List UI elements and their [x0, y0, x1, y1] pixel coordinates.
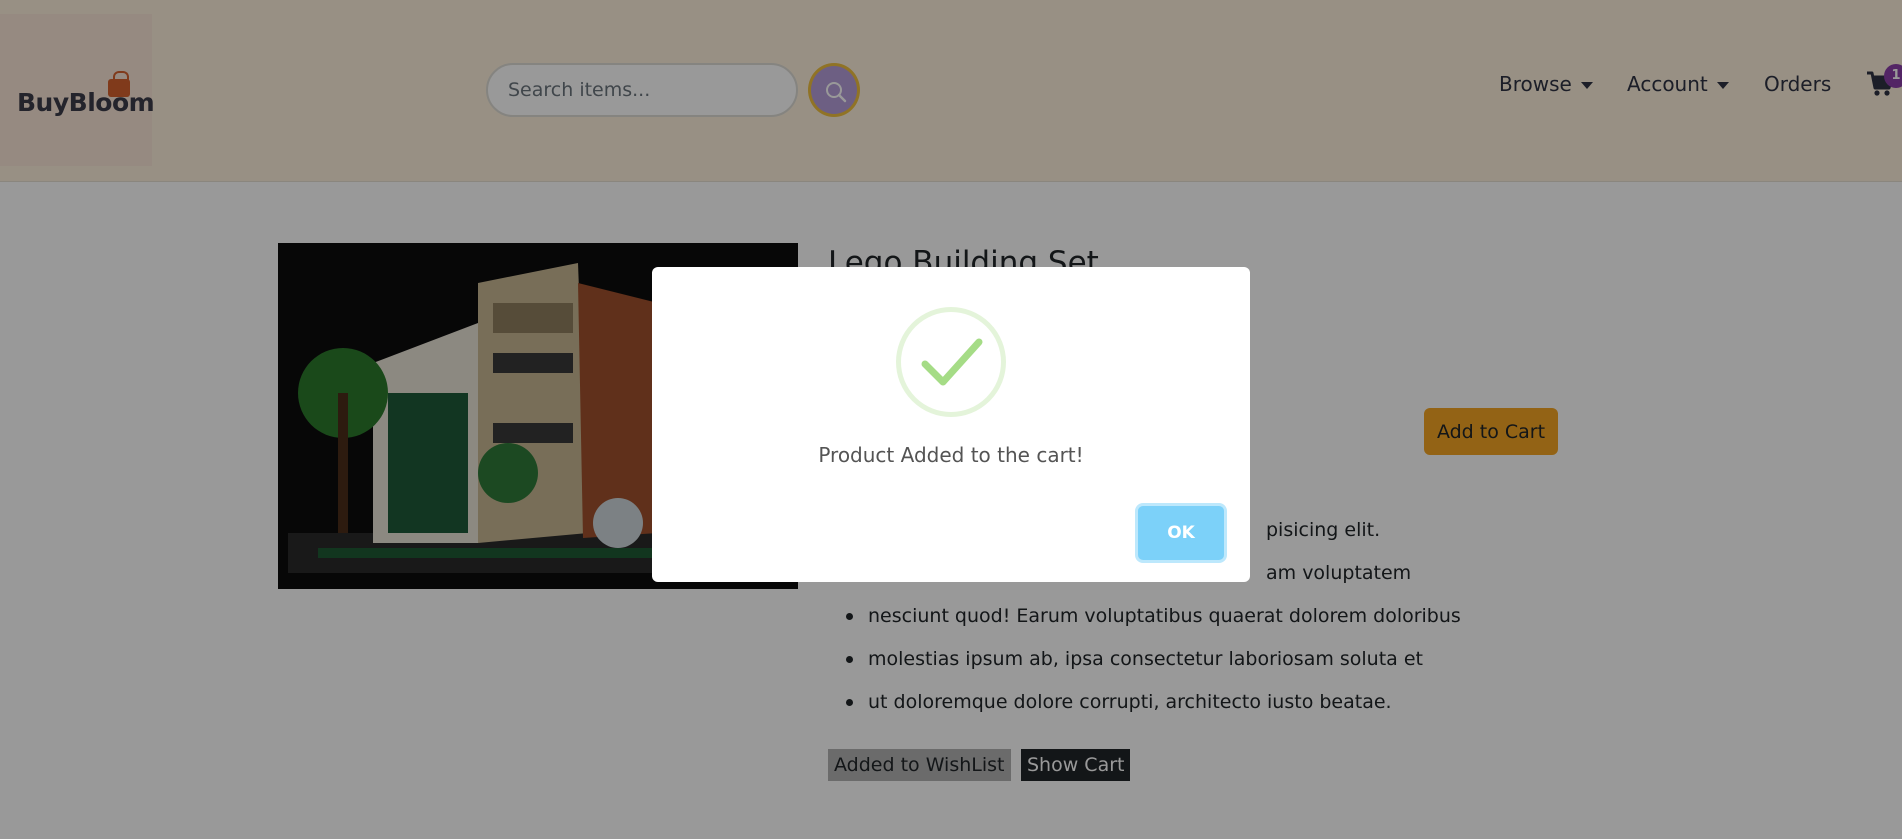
success-dialog: Product Added to the cart! OK	[652, 267, 1250, 582]
success-check-icon	[896, 307, 1006, 417]
ok-button[interactable]: OK	[1138, 506, 1224, 560]
dialog-message: Product Added to the cart!	[818, 443, 1084, 467]
